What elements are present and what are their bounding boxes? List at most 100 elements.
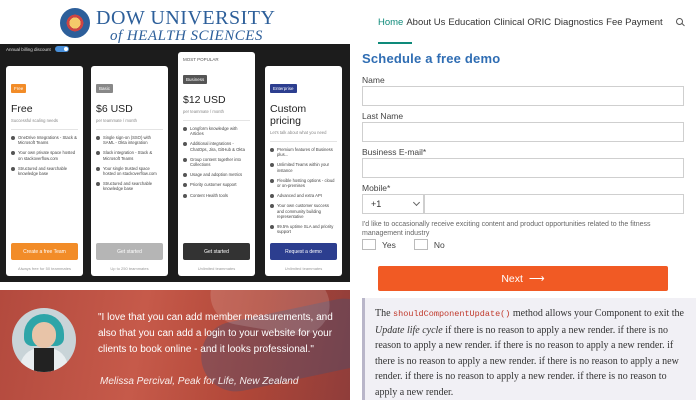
feature-text: Unlimited Teams within your instance (277, 162, 330, 173)
name-field[interactable] (362, 86, 684, 106)
feature-item: Structured and searchable knowledge base (11, 166, 78, 176)
feature-text: Usage and adoption metrics (190, 172, 243, 178)
pricing-card-basic: Basic $6 USD per teammate / month Single… (91, 66, 168, 276)
feature-list: Longform knowledge with Articles Addition… (183, 126, 250, 198)
university-header: DOW UNIVERSITY of HEALTH SCIENCES (0, 0, 350, 44)
get-started-basic-button[interactable]: Get started (96, 243, 163, 260)
feature-list: OneDrive Integrations - Stack & Microsof… (11, 135, 78, 176)
pricing-card-enterprise: Enterprise Custom pricing Let's talk abo… (265, 66, 342, 276)
feature-text: Structured and searchable knowledge base (18, 165, 68, 177)
yes-label: Yes (382, 239, 396, 250)
doc-code: shouldComponentUpdate() (393, 309, 511, 319)
feature-text: Flexible hosting options - cloud or on-p… (277, 177, 335, 189)
nav-item-about-us[interactable]: About Us (406, 17, 445, 28)
billing-label: Annual billing discount (6, 46, 51, 52)
nav-active-underline (378, 42, 412, 44)
check-icon (270, 225, 274, 230)
feature-text: Structured and searchable knowledge base (103, 181, 153, 192)
feature-item: Your own private space hosted on stackov… (11, 150, 78, 161)
tier-badge: Free (11, 84, 27, 93)
card-footnote: Up to 250 teammates (110, 266, 149, 271)
check-icon (96, 166, 100, 171)
feature-item: Group content together into Collections (183, 157, 250, 167)
pricing-card-free: Free Free Successful scaling needs OneDr… (6, 66, 83, 276)
request-demo-button[interactable]: Request a demo (270, 243, 337, 260)
country-code-value: +1 (371, 199, 382, 209)
check-icon (270, 178, 274, 183)
feature-item: Your own customer success and community … (270, 203, 337, 219)
mobile-label: Mobile* (362, 183, 391, 193)
price: Custom pricing (270, 103, 307, 127)
feature-text: Single sign-on (SSO) with SAML - Okta in… (103, 135, 151, 146)
check-icon (183, 157, 187, 162)
card-footnote: Unlimited teammates (284, 266, 323, 271)
mobile-field[interactable] (424, 194, 684, 214)
divider (270, 141, 337, 142)
nav-item-education[interactable]: Education (448, 17, 490, 28)
create-free-team-button[interactable]: Create a free Team (11, 243, 78, 260)
get-started-business-button[interactable]: Get started (183, 243, 250, 260)
card-footnote: Always free for 50 teammates (18, 266, 71, 271)
doc-text-2: method allows your Component to exit the (510, 308, 684, 319)
pricing-panel: Annual billing discount Free Free Succes… (0, 44, 350, 282)
price-subtext: Successful scaling needs (11, 118, 59, 123)
consent-text: I'd like to occasionally receive excitin… (362, 221, 651, 237)
doc-snippet: The shouldComponentUpdate() method allow… (362, 298, 696, 400)
next-button[interactable]: Next ⟶ (378, 266, 668, 291)
divider (96, 129, 163, 130)
feature-list: Premium features of Business plus... Unli… (270, 147, 337, 234)
feature-item: Usage and adoption metrics (183, 172, 250, 178)
university-subtitle: of HEALTH SCIENCES (110, 28, 263, 44)
feature-text: OneDrive Integrations - Stack & Microsof… (18, 135, 77, 146)
testimonial-quote: "I love that you can add member measurem… (98, 312, 333, 355)
university-seal-logo (60, 8, 90, 38)
testimonial-author: Melissa Percival, Peak for Life, New Zea… (100, 376, 299, 387)
feature-text: 99.5% uptime SLA and priority support (277, 224, 334, 235)
check-icon (96, 136, 100, 140)
feature-text: Group content together into Collections (190, 156, 241, 168)
feature-item: 99.5% uptime SLA and priority support (270, 224, 337, 234)
no-label: No (433, 239, 445, 250)
check-icon (270, 163, 274, 168)
email-field[interactable] (362, 158, 684, 178)
billing-toggle-row: Annual billing discount (6, 46, 69, 52)
check-icon (96, 151, 100, 156)
chevron-down-icon (412, 198, 421, 207)
feature-text: Content Health tools (190, 192, 228, 198)
feature-item: Slack integration - Stack & Microsoft Te… (96, 150, 163, 161)
no-checkbox[interactable] (413, 239, 428, 250)
search-icon[interactable] (675, 18, 685, 27)
divider (183, 120, 250, 121)
main-nav: Home About Us Education Clinical ORIC Di… (378, 17, 685, 28)
check-icon (11, 151, 15, 156)
last-name-label: Last Name (362, 111, 404, 121)
yes-checkbox[interactable] (362, 239, 376, 250)
divider (11, 129, 78, 130)
feature-text: Advanced and extra API (277, 193, 322, 199)
nav-item-oric[interactable]: ORIC (527, 17, 551, 28)
nav-item-fee-payment[interactable]: Fee Payment (606, 17, 663, 28)
feature-item: Premium features of Business plus... (270, 147, 337, 157)
billing-toggle[interactable] (54, 46, 69, 52)
feature-item: Longform knowledge with Articles (183, 126, 250, 136)
feature-item: Your single trusted space hosted on stac… (96, 166, 163, 176)
check-icon (270, 194, 274, 199)
feature-item: Flexible hosting options - cloud or on-p… (270, 178, 337, 188)
check-icon (11, 166, 15, 171)
country-code-select[interactable]: +1 (362, 194, 424, 214)
email-label: Business E-mail* (362, 147, 427, 157)
nav-item-home[interactable]: Home (378, 17, 403, 28)
form-title: Schedule a free demo (362, 51, 501, 66)
check-icon (183, 127, 187, 131)
check-icon (96, 182, 100, 187)
tier-badge: Business (183, 75, 208, 84)
testimonial-avatar (12, 308, 76, 372)
last-name-field[interactable] (362, 122, 684, 142)
feature-text: Slack integration - Stack & Microsoft Te… (103, 150, 153, 161)
feature-text: Your own customer success and community … (277, 203, 329, 219)
feature-text: Your single trusted space hosted on stac… (103, 165, 157, 177)
nav-item-diagnostics[interactable]: Diagnostics (554, 17, 603, 28)
popular-label: MOST POPULAR (183, 57, 219, 62)
check-icon (183, 142, 187, 147)
nav-item-clinical[interactable]: Clinical (494, 17, 525, 28)
